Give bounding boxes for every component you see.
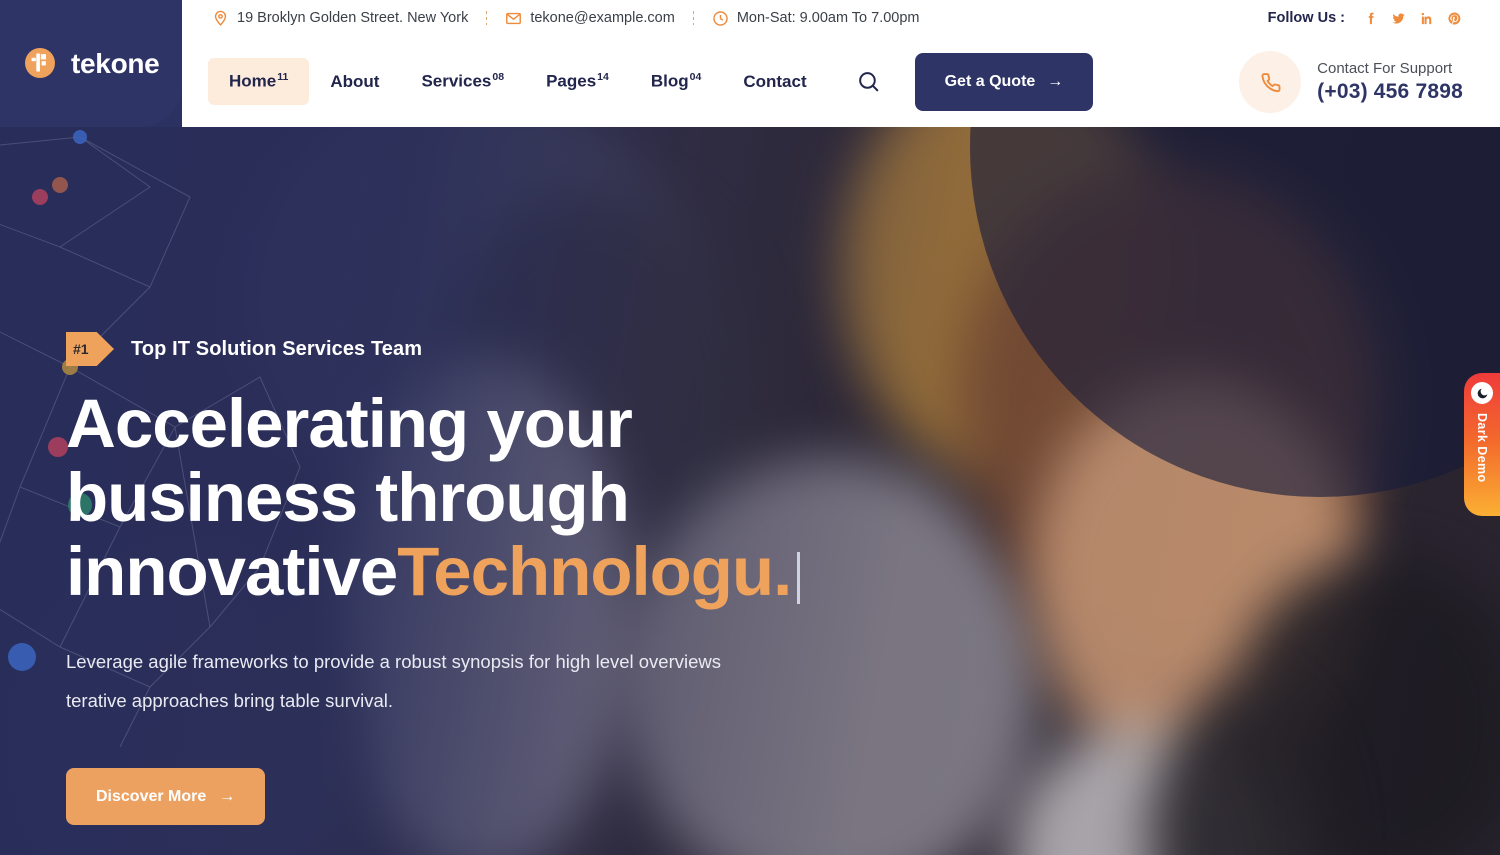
logo-panel[interactable]: tekone <box>0 0 182 127</box>
rank-badge-icon: #1 <box>66 332 114 366</box>
top-bar-divider <box>486 11 488 25</box>
nav-item-about-label: About <box>330 71 380 91</box>
typewriter-cursor <box>797 552 801 604</box>
nav-item-pages[interactable]: Pages14 <box>525 58 630 105</box>
hero-tagline: Top IT Solution Services Team <box>131 337 423 360</box>
support-label: Contact For Support <box>1317 59 1453 77</box>
discover-more-button[interactable]: Discover More → <box>66 768 266 825</box>
tekone-logo-mark <box>22 46 58 82</box>
contact-support-group[interactable]: Contact For Support (+03) 456 7898 <box>1239 50 1463 113</box>
nav-item-blog-count: 04 <box>689 71 702 84</box>
nav-item-services-label: Services <box>421 71 492 91</box>
nav-item-home[interactable]: Home11 <box>208 58 310 105</box>
search-icon[interactable] <box>856 69 881 94</box>
arrow-right-icon: → <box>219 787 236 805</box>
nav-item-home-label: Home <box>229 71 277 91</box>
top-bar-contact-group: 19 Broklyn Golden Street. New York tekon… <box>212 10 920 27</box>
nav-item-services-count: 08 <box>492 71 505 84</box>
nav-item-home-count: 11 <box>277 71 289 84</box>
nav-item-blog-label: Blog <box>650 71 689 91</box>
nav-item-pages-label: Pages <box>546 71 597 91</box>
get-a-quote-label: Get a Quote <box>944 72 1036 90</box>
nav-item-pages-count: 14 <box>597 71 609 84</box>
hero-headline-line-2: business through <box>66 459 630 536</box>
discover-more-label: Discover More <box>96 787 207 805</box>
dark-demo-toggle[interactable]: Dark Demo <box>1464 373 1500 516</box>
location-pin-icon <box>212 10 229 27</box>
nav-item-contact-label: Contact <box>743 71 807 91</box>
dark-demo-label: Dark Demo <box>1475 413 1489 483</box>
nav-item-about[interactable]: About <box>309 59 400 105</box>
top-bar-divider <box>692 11 694 25</box>
top-bar-email-text: tekone@example.com <box>530 10 675 26</box>
nav-item-services[interactable]: Services08 <box>400 58 525 105</box>
get-a-quote-button[interactable]: Get a Quote → <box>914 52 1094 111</box>
support-text-group: Contact For Support (+03) 456 7898 <box>1317 60 1463 104</box>
nav-item-blog[interactable]: Blog04 <box>630 58 722 105</box>
hero-headline: Accelerating your business through innov… <box>66 387 886 609</box>
linkedin-icon[interactable] <box>1419 11 1434 26</box>
facebook-icon[interactable] <box>1363 11 1378 26</box>
social-links-group: Follow Us : <box>1268 10 1462 26</box>
moon-icon <box>1471 382 1493 404</box>
hero-content: #1 Top IT Solution Services Team Acceler… <box>66 127 886 825</box>
hero-headline-line-1: Accelerating your <box>66 385 633 462</box>
hero-section: #1 Top IT Solution Services Team Acceler… <box>0 127 1500 855</box>
top-bar-hours: Mon-Sat: 9.00am To 7.00pm <box>712 10 920 27</box>
nav-items-group: Home11 About Services08 Pages14 Blog04 C… <box>208 52 1094 111</box>
envelope-icon <box>505 10 522 27</box>
hero-tagline-row: #1 Top IT Solution Services Team <box>66 332 886 366</box>
top-bar-address-text: 19 Broklyn Golden Street. New York <box>237 10 469 26</box>
main-navigation-bar: Home11 About Services08 Pages14 Blog04 C… <box>182 36 1500 127</box>
rank-badge-text: #1 <box>73 341 89 357</box>
support-phone-number[interactable]: (+03) 456 7898 <box>1317 80 1463 104</box>
top-bar-address: 19 Broklyn Golden Street. New York <box>212 10 468 27</box>
nav-item-contact[interactable]: Contact <box>722 59 827 105</box>
pinterest-icon[interactable] <box>1447 11 1462 26</box>
arrow-right-icon: → <box>1047 72 1064 90</box>
phone-icon <box>1239 50 1302 113</box>
top-bar: 19 Broklyn Golden Street. New York tekon… <box>0 0 1500 36</box>
brand-name: tekone <box>71 47 160 79</box>
top-bar-email[interactable]: tekone@example.com <box>505 10 675 27</box>
follow-us-label: Follow Us : <box>1267 10 1345 26</box>
twitter-icon[interactable] <box>1391 11 1406 26</box>
top-bar-hours-text: Mon-Sat: 9.00am To 7.00pm <box>736 10 920 26</box>
hero-headline-line-3: innovative <box>66 533 398 610</box>
clock-icon <box>712 10 729 27</box>
hero-description: Leverage agile frameworks to provide a r… <box>66 651 722 711</box>
hero-headline-typewriter-word: Technologu. <box>397 533 792 610</box>
